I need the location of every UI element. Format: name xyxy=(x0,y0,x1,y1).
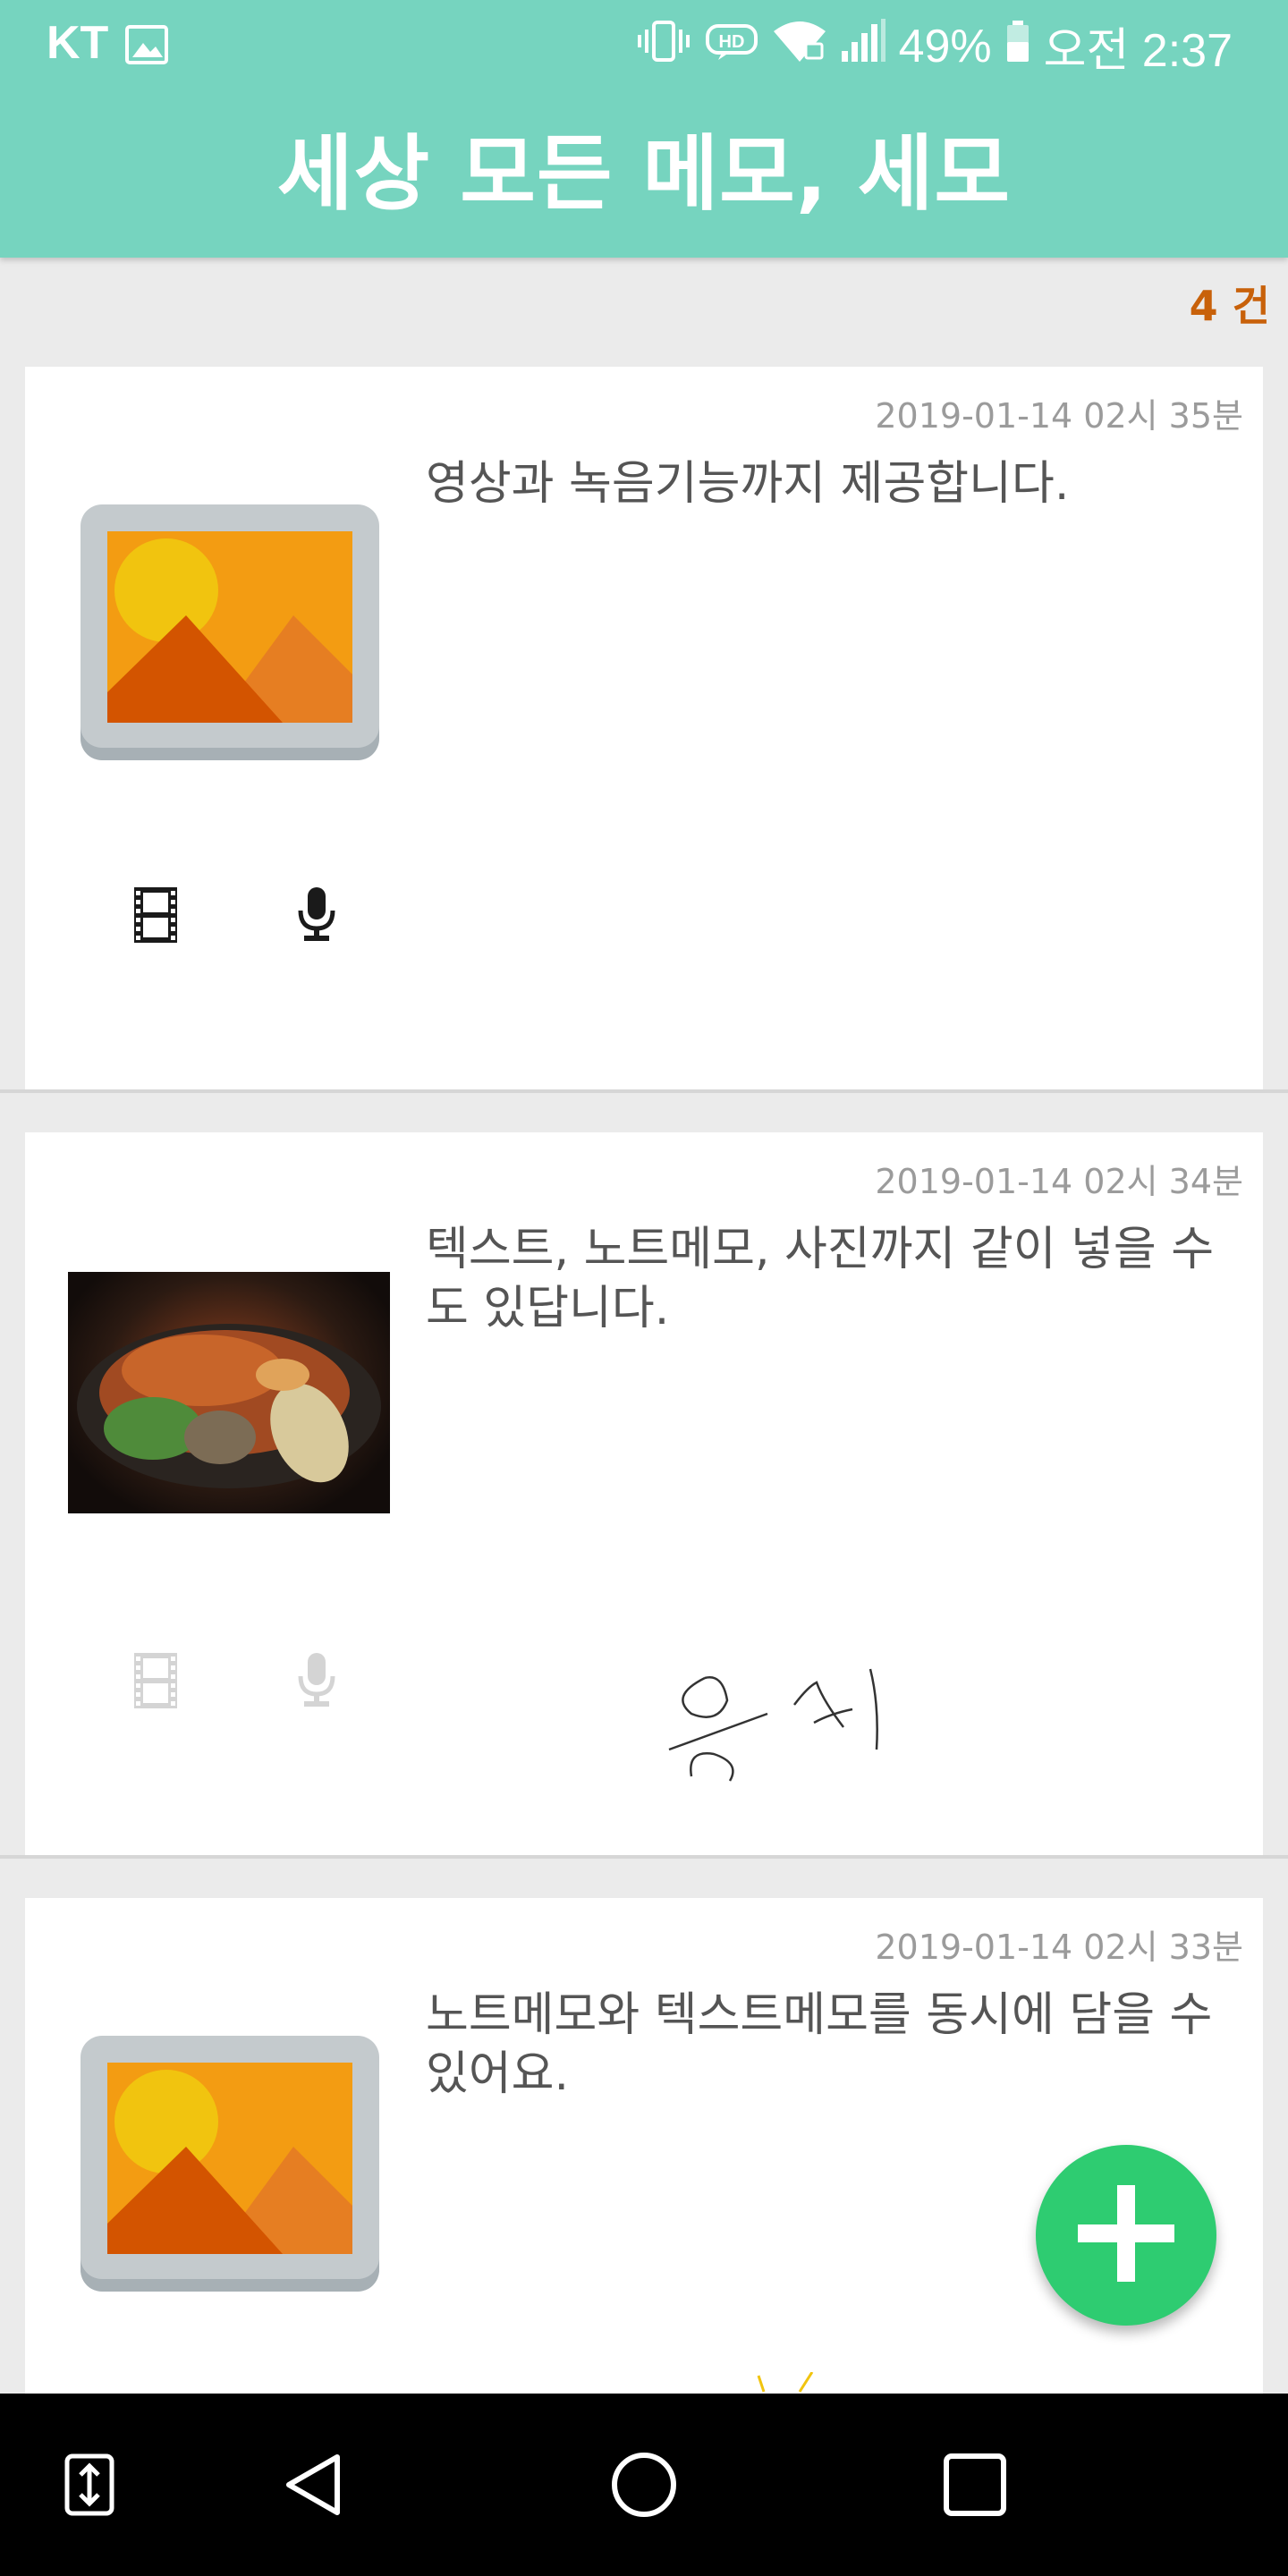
memo-text: 노트메모와 텍스트메모를 동시에 담을 수 있어요. xyxy=(426,1988,1213,2101)
divider xyxy=(0,1089,1288,1093)
carrier-label: KT xyxy=(47,17,109,69)
signal-icon xyxy=(840,18,886,74)
memo-card[interactable]: 2019-01-14 02시 33분 노트메모와 텍스트메모를 동시에 담을 수… xyxy=(25,1898,1263,2394)
app-header: KT HD 49% 오전 2:37 세상 모든 메모, 세모 xyxy=(0,0,1288,258)
status-icons: HD 49% 오전 2:37 xyxy=(636,13,1233,80)
divider xyxy=(0,1855,1288,1859)
wifi-icon xyxy=(772,19,827,74)
food-photo xyxy=(68,1272,390,1513)
memo-date: 2019-01-14 02시 33분 xyxy=(875,1928,1243,1967)
film-icon[interactable] xyxy=(129,1651,182,1710)
image-placeholder-icon xyxy=(80,2036,379,2292)
home-icon[interactable] xyxy=(590,2394,698,2576)
battery-percent: 49% xyxy=(898,20,992,72)
gallery-notification-icon xyxy=(125,23,168,75)
microphone-icon[interactable] xyxy=(290,1651,343,1710)
dual-window-icon[interactable] xyxy=(36,2394,143,2576)
memo-count: 4 건 xyxy=(1189,282,1270,330)
system-nav-bar xyxy=(0,2394,1288,2576)
memo-text: 영상과 녹음기능까지 제공합니다. xyxy=(426,457,1070,511)
memo-text: 텍스트, 노트메모, 사진까지 같이 넣을 수도 있답니다. xyxy=(426,1223,1215,1335)
status-bar: KT HD 49% 오전 2:37 xyxy=(0,0,1288,86)
page-title: 세상 모든 메모, 세모 xyxy=(276,126,1012,222)
battery-icon xyxy=(1004,19,1031,74)
memo-date: 2019-01-14 02시 35분 xyxy=(875,396,1243,436)
plus-icon xyxy=(1072,2180,1180,2291)
memo-date: 2019-01-14 02시 34분 xyxy=(875,1162,1243,1201)
recents-icon[interactable] xyxy=(921,2394,1029,2576)
memo-card[interactable]: 2019-01-14 02시 34분 텍스트, 노트메모, 사진까지 같이 넣을… xyxy=(25,1132,1263,1855)
film-icon[interactable] xyxy=(129,886,182,945)
vibrate-icon xyxy=(636,19,691,74)
memo-card[interactable]: 2019-01-14 02시 35분 영상과 녹음기능까지 제공합니다. xyxy=(25,367,1263,1089)
add-memo-button[interactable] xyxy=(1036,2145,1216,2326)
clock: 오전 2:37 xyxy=(1043,25,1233,77)
microphone-icon[interactable] xyxy=(290,886,343,945)
back-icon[interactable] xyxy=(259,2394,367,2576)
hd-voice-icon: HD xyxy=(704,21,759,72)
image-placeholder-icon xyxy=(80,504,379,760)
handwriting-note xyxy=(651,1651,919,1798)
svg-text:HD: HD xyxy=(718,32,744,52)
